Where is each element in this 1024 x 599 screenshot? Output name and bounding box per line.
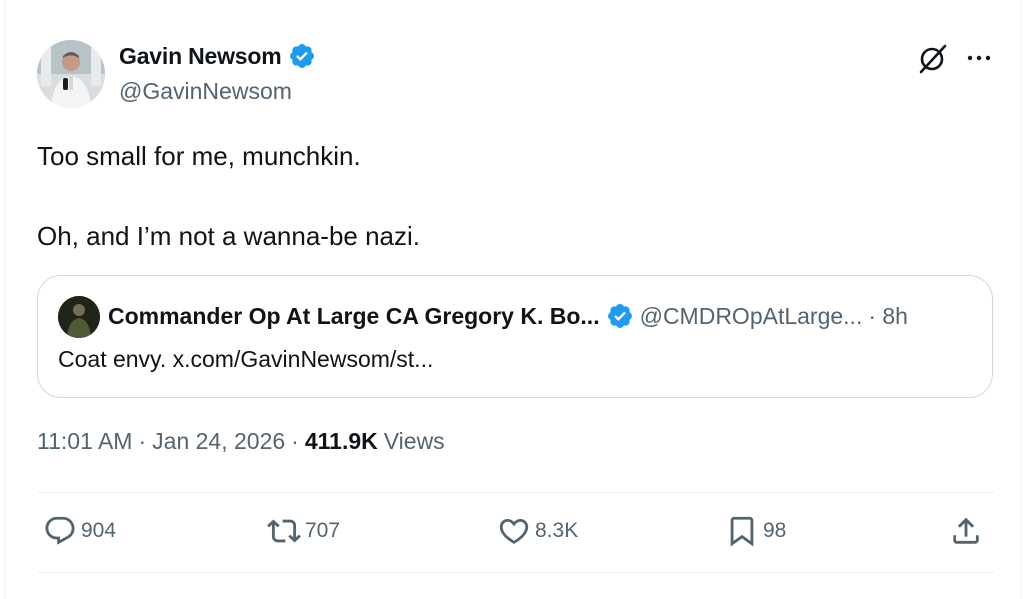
meta-separator: ·: [291, 428, 299, 454]
repost-button[interactable]: 707: [267, 514, 340, 548]
like-count: 8.3K: [535, 519, 579, 542]
divider: [37, 492, 995, 493]
quoted-author-avatar: [58, 296, 100, 338]
tweet-container: Gavin Newsom @GavinNewsom Too small for …: [4, 0, 1022, 599]
tweet-paragraph: Too small for me, munchkin.: [37, 141, 361, 171]
quoted-author-handle: @CMDROpAtLarge...: [639, 302, 863, 329]
author-handle[interactable]: @GavinNewsom: [119, 78, 292, 105]
repost-count: 707: [305, 519, 341, 542]
tweet-date[interactable]: Jan 24, 2026: [152, 428, 285, 455]
quoted-tweet-card[interactable]: Commander Op At Large CA Gregory K. Bo..…: [37, 275, 993, 398]
share-button[interactable]: [949, 514, 983, 548]
author-avatar[interactable]: [37, 40, 105, 108]
author-name-row: Gavin Newsom: [119, 42, 316, 70]
quoted-author-name: Commander Op At Large CA Gregory K. Bo..…: [108, 302, 600, 329]
tweet-paragraph: Oh, and I’m not a wanna-be nazi.: [37, 221, 421, 251]
reply-count: 904: [81, 519, 117, 542]
verified-badge-icon: [288, 42, 316, 70]
bookmark-count: 98: [763, 519, 787, 542]
views-count: 411.9K: [304, 428, 378, 454]
like-button[interactable]: 8.3K: [497, 514, 578, 548]
verified-badge-icon: [606, 302, 634, 330]
reply-icon: [45, 516, 75, 545]
heart-icon: [499, 518, 529, 544]
tweet-meta: 11:01 AM · Jan 24, 2026 · 411.9K Views: [37, 428, 445, 455]
repost-icon: [267, 519, 301, 543]
meta-separator: ·: [138, 428, 147, 454]
tweet-time[interactable]: 11:01 AM: [37, 428, 132, 455]
quoted-header: Commander Op At Large CA Gregory K. Bo..…: [108, 302, 908, 330]
divider: [37, 572, 995, 573]
action-bar: 904 707 8.3K 98: [37, 494, 995, 574]
share-icon: [953, 517, 979, 544]
tweet-text: Too small for me, munchkin. Oh, and I’m …: [37, 136, 997, 256]
author-name[interactable]: Gavin Newsom: [119, 43, 282, 70]
bookmark-button[interactable]: 98: [725, 514, 786, 548]
quoted-age: · 8h: [868, 302, 908, 329]
bookmark-icon: [730, 516, 754, 547]
views-label: Views: [383, 428, 445, 454]
grok-icon[interactable]: [917, 42, 949, 74]
more-icon[interactable]: [963, 42, 995, 74]
reply-button[interactable]: 904: [43, 514, 116, 548]
quoted-text: Coat envy. x.com/GavinNewsom/st...: [58, 346, 434, 372]
